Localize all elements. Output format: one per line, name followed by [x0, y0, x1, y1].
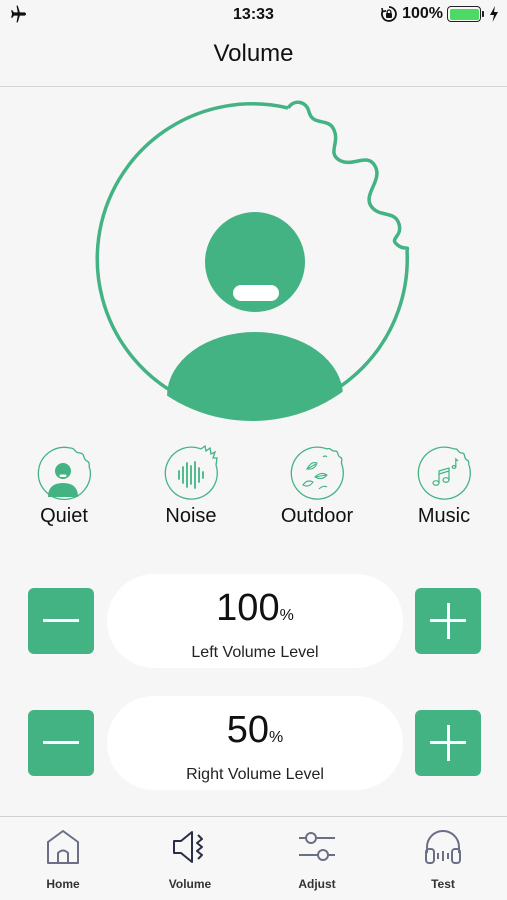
left-volume-label: Left Volume Level	[191, 644, 319, 661]
status-right-group: 100%	[380, 5, 499, 23]
tab-home[interactable]: Home	[13, 827, 113, 891]
home-icon	[47, 830, 79, 864]
right-volume-increase-button[interactable]	[415, 710, 481, 776]
sliders-icon	[299, 832, 335, 861]
left-volume-increase-button[interactable]	[415, 588, 481, 654]
speaker-icon	[173, 831, 203, 863]
tab-test[interactable]: Test	[393, 827, 493, 891]
mode-outdoor[interactable]: Outdoor	[262, 445, 372, 528]
charging-bolt-icon	[490, 6, 498, 22]
right-volume-display: 50% Right Volume Level	[107, 696, 403, 790]
right-volume-decrease-button[interactable]	[28, 710, 94, 776]
quiet-mode-icon	[37, 446, 92, 501]
outdoor-mode-icon	[290, 446, 344, 500]
mode-music[interactable]: Music	[389, 445, 499, 528]
mode-quiet[interactable]: Quiet	[9, 445, 119, 528]
minus-icon	[43, 619, 79, 622]
music-mode-icon	[417, 446, 471, 500]
mode-music-label: Music	[417, 505, 471, 527]
minus-icon	[43, 741, 79, 744]
tab-volume-label: Volume	[168, 877, 212, 891]
nav-divider	[0, 86, 507, 87]
person-listening-icon	[95, 100, 410, 421]
noise-mode-icon	[164, 445, 218, 500]
left-volume-decrease-button[interactable]	[28, 588, 94, 654]
mode-quiet-label: Quiet	[40, 505, 88, 527]
status-bar: 13:33 100%	[0, 0, 507, 30]
page-title: Volume	[213, 40, 294, 67]
mode-noise-label: Noise	[165, 505, 217, 527]
rotation-lock-icon	[381, 6, 397, 22]
headphones-icon	[425, 830, 461, 864]
mode-outdoor-label: Outdoor	[280, 505, 354, 527]
left-volume-row: 100% Left Volume Level	[0, 574, 507, 670]
right-volume-row: 50% Right Volume Level	[0, 696, 507, 792]
tab-bar: Home Volume Adjust Test	[0, 816, 507, 900]
right-volume-value: 50%	[226, 709, 284, 751]
tab-adjust[interactable]: Adjust	[267, 827, 367, 891]
tab-adjust-label: Adjust	[298, 877, 336, 891]
battery-percent: 100%	[402, 5, 443, 22]
right-volume-label: Right Volume Level	[186, 766, 324, 783]
tab-test-label: Test	[431, 877, 455, 891]
left-volume-value: 100%	[216, 587, 294, 629]
tab-home-label: Home	[46, 877, 80, 891]
battery-icon	[447, 6, 484, 22]
mode-noise[interactable]: Noise	[136, 445, 246, 528]
mode-selector: Quiet Noise Outdoor Music	[0, 445, 507, 535]
left-volume-display: 100% Left Volume Level	[107, 574, 403, 668]
tab-volume[interactable]: Volume	[140, 827, 240, 891]
